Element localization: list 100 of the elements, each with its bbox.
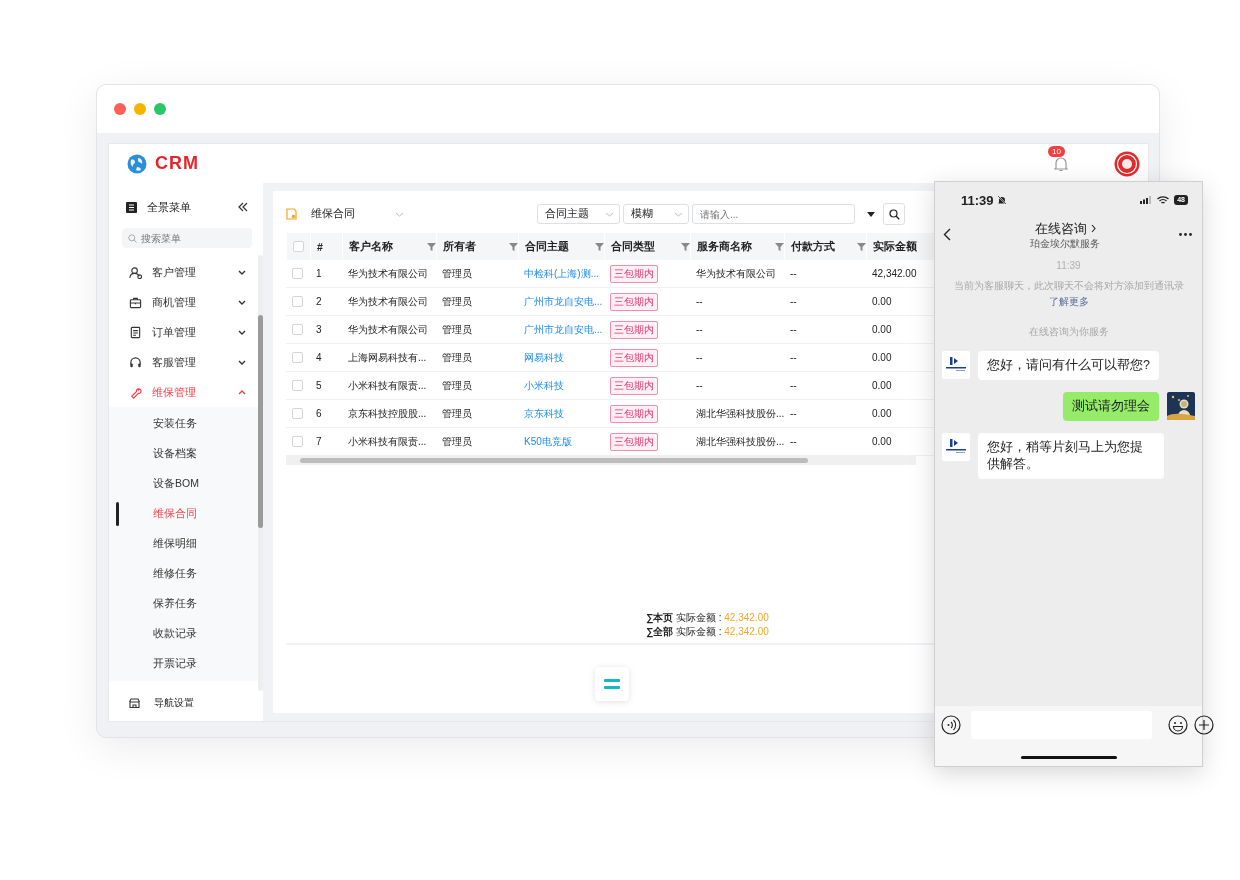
- menu-item[interactable]: 维保管理: [109, 377, 258, 407]
- search-icon: [888, 208, 900, 220]
- filter-icon[interactable]: [775, 242, 784, 251]
- emoji-icon[interactable]: [1168, 715, 1188, 735]
- filter-icon[interactable]: [427, 242, 436, 251]
- column-header: 合同类型: [604, 233, 690, 260]
- submenu-item[interactable]: 设备BOM: [153, 477, 199, 491]
- table-cell: 6: [316, 408, 322, 419]
- submenu-item[interactable]: 维修任务: [153, 567, 197, 581]
- table-cell: 0.00: [872, 352, 892, 363]
- signal-icon: [1140, 196, 1153, 204]
- table-cell: --: [790, 380, 797, 391]
- menu-item[interactable]: 客服管理: [109, 347, 258, 377]
- table-cell: 管理员: [442, 266, 472, 281]
- column-header: 所有者: [436, 233, 518, 260]
- column-header: 合同主题: [518, 233, 604, 260]
- search-input[interactable]: 请输入...: [692, 204, 855, 224]
- plus-icon[interactable]: [1194, 715, 1214, 735]
- caret-icon: [395, 211, 404, 217]
- checkbox[interactable]: [292, 324, 303, 335]
- mode-select[interactable]: 模糊: [623, 204, 689, 224]
- back-icon[interactable]: [943, 227, 951, 241]
- window-control[interactable]: [134, 103, 146, 115]
- table-cell: 小米科技有限责...: [348, 434, 427, 449]
- search-button[interactable]: [883, 203, 905, 225]
- filter-icon[interactable]: [509, 242, 518, 251]
- field-select[interactable]: 合同主题: [537, 204, 620, 224]
- table-cell: 华为技术有限公司: [696, 266, 776, 281]
- table-link[interactable]: 广州市龙自安电...: [524, 294, 603, 309]
- table-cell: 管理员: [442, 378, 472, 393]
- collapse-icon[interactable]: [238, 202, 248, 212]
- checkbox[interactable]: [292, 408, 303, 419]
- submenu-item[interactable]: 维保合同: [153, 507, 197, 521]
- submenu-item[interactable]: 开票记录: [153, 657, 197, 671]
- table-link[interactable]: 广州市龙自安电...: [524, 322, 603, 337]
- checkbox[interactable]: [292, 268, 303, 279]
- filter-icon[interactable]: [595, 242, 604, 251]
- table-cell: 7: [316, 436, 322, 447]
- search-field[interactable]: 搜索菜单: [122, 228, 252, 248]
- checkbox[interactable]: [292, 296, 303, 307]
- submenu-item[interactable]: 安装任务: [153, 417, 197, 431]
- dropdown-icon[interactable]: [867, 211, 875, 217]
- submenu-item[interactable]: 维保明细: [153, 537, 197, 551]
- summary-line: ∑全部 实际金额 : 42,342.00: [646, 625, 770, 639]
- learn-more-link[interactable]: 了解更多: [1048, 295, 1089, 309]
- table-cell: 管理员: [442, 322, 472, 337]
- checkbox[interactable]: [293, 241, 304, 252]
- menu-item[interactable]: 订单管理: [109, 317, 258, 347]
- table-cell: 小米科技有限责...: [348, 378, 427, 393]
- menu-icon: [604, 679, 620, 689]
- menu-item[interactable]: 客户管理: [109, 257, 258, 287]
- table-link[interactable]: 京东科技: [524, 406, 564, 421]
- table-cell: 上海网易科技有...: [348, 350, 427, 365]
- nav-settings-link[interactable]: 导航设置: [154, 696, 194, 710]
- chat-title: 在线咨询: [1034, 219, 1087, 238]
- table-cell: --: [790, 268, 797, 279]
- bell-icon[interactable]: [1054, 155, 1068, 172]
- more-icon[interactable]: [1179, 232, 1192, 236]
- table-link[interactable]: 网易科技: [524, 350, 564, 365]
- document-icon: [129, 325, 142, 339]
- menu-button[interactable]: [595, 667, 629, 701]
- table-cell: --: [790, 408, 797, 419]
- scrollbar[interactable]: [258, 255, 263, 691]
- table-cell: 0.00: [872, 380, 892, 391]
- table-link[interactable]: 中检科(上海)测...: [524, 266, 599, 281]
- window-control[interactable]: [114, 103, 126, 115]
- submenu-item[interactable]: 保养任务: [153, 597, 197, 611]
- summary-line: ∑本页 实际金额 : 42,342.00: [646, 611, 770, 625]
- type-tag: 三包期内: [610, 264, 658, 283]
- window-control[interactable]: [154, 103, 166, 115]
- submenu-item[interactable]: 设备档案: [153, 447, 197, 461]
- table-cell: 0.00: [872, 408, 892, 419]
- type-tag: 三包期内: [610, 432, 658, 451]
- table-cell: 3: [316, 324, 322, 335]
- checkbox[interactable]: [292, 436, 303, 447]
- chevron-right-icon[interactable]: [1090, 224, 1096, 233]
- menu-item[interactable]: 商机管理: [109, 287, 258, 317]
- bell-slash-icon: [996, 195, 1007, 205]
- table-link[interactable]: K50电竞版: [524, 434, 572, 449]
- submenu-item[interactable]: 收款记录: [153, 627, 197, 641]
- scrollbar[interactable]: [286, 456, 916, 465]
- company-logo-avatar: [942, 351, 970, 379]
- message-bubble: 您好，请问有什么可以帮您?: [978, 351, 1159, 380]
- checkbox[interactable]: [292, 380, 303, 391]
- filter-icon[interactable]: [857, 242, 866, 251]
- type-tag: 三包期内: [610, 348, 658, 367]
- avatar[interactable]: [1114, 150, 1140, 177]
- table-cell: 管理员: [442, 434, 472, 449]
- table-link[interactable]: 小米科技: [524, 378, 564, 393]
- filter-icon[interactable]: [681, 242, 690, 251]
- type-tag: 三包期内: [610, 404, 658, 423]
- table-cell: --: [696, 380, 703, 391]
- table-cell: 0.00: [872, 324, 892, 335]
- voice-icon[interactable]: [941, 715, 961, 735]
- checkbox[interactable]: [292, 352, 303, 363]
- chevron-down-icon: [238, 269, 246, 275]
- table-cell: --: [790, 296, 797, 307]
- table-cell: 1: [316, 268, 322, 279]
- view-select[interactable]: 维保合同: [286, 207, 404, 221]
- headset-icon: [129, 355, 142, 369]
